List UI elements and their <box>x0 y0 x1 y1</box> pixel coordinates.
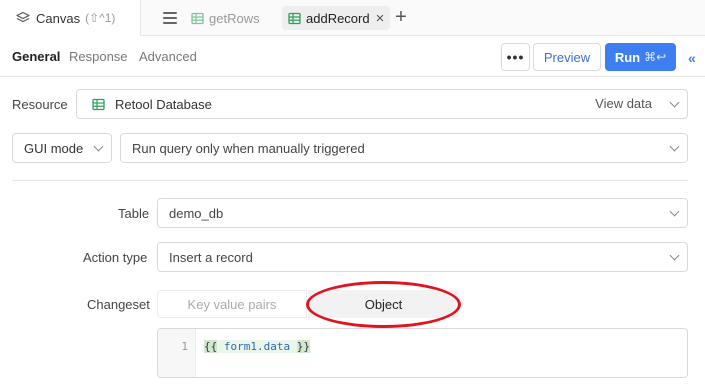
red-annotation-ellipse <box>306 281 461 328</box>
query-editor-toolbar: General Response Advanced ••• Preview Ru… <box>0 37 705 77</box>
canvas-shortcut: (⇧^1) <box>85 11 116 25</box>
canvas-tab[interactable]: Canvas (⇧^1) <box>0 0 141 36</box>
tab-general[interactable]: General <box>12 49 60 64</box>
trigger-select[interactable]: Run query only when manually triggered <box>120 133 688 163</box>
code-expression: form1.data <box>217 340 297 353</box>
tab-addrecord-label: addRecord <box>306 10 370 26</box>
changeset-code-editor[interactable]: 1 {{ form1.data }} <box>157 328 688 378</box>
add-query-icon[interactable]: + <box>393 7 409 27</box>
run-shortcut: ⌘↩ <box>644 50 667 64</box>
trigger-value: Run query only when manually triggered <box>132 140 365 156</box>
run-label: Run <box>614 49 641 65</box>
section-divider <box>12 180 688 181</box>
editor-gutter: 1 <box>158 329 196 377</box>
canvas-label: Canvas <box>36 10 81 26</box>
tab-getrows[interactable]: getRows <box>185 6 266 30</box>
close-icon[interactable]: × <box>376 11 385 26</box>
tab-getrows-label: getRows <box>209 10 260 26</box>
action-type-select[interactable]: Insert a record <box>157 242 688 272</box>
chevron-down-icon <box>669 141 680 152</box>
table-value: demo_db <box>169 205 224 221</box>
resource-value: Retool Database <box>115 96 212 112</box>
chevron-down-icon <box>669 250 680 261</box>
layers-icon <box>16 11 30 23</box>
more-options-button[interactable]: ••• <box>501 43 530 71</box>
code-open-brace: {{ <box>204 340 218 353</box>
table-label: Table <box>118 206 150 221</box>
resource-label: Resource <box>12 97 68 112</box>
query-list-menu-icon[interactable] <box>162 10 178 26</box>
resource-select[interactable]: Retool Database View data <box>76 89 688 119</box>
table-select[interactable]: demo_db <box>157 198 688 228</box>
chevron-down-icon <box>93 141 104 152</box>
run-button[interactable]: Run ⌘↩ <box>605 43 676 71</box>
code-close-brace: }} <box>296 340 310 353</box>
action-type-label: Action type <box>83 250 148 265</box>
table-icon <box>191 12 204 24</box>
mode-value: GUI mode <box>24 140 84 156</box>
chevron-down-icon <box>669 97 680 108</box>
code-line[interactable]: {{ form1.data }} <box>204 340 310 353</box>
changeset-option-key-value[interactable]: Key value pairs <box>157 290 307 318</box>
preview-button[interactable]: Preview <box>533 43 601 71</box>
action-type-value: Insert a record <box>169 249 253 265</box>
tab-addrecord[interactable]: addRecord × <box>282 6 391 30</box>
line-number: 1 <box>181 340 188 353</box>
chevron-down-icon <box>669 206 680 217</box>
query-tab-bar: Canvas (⇧^1) getRows addRecord × + <box>0 0 705 36</box>
view-data-link[interactable]: View data <box>595 96 652 111</box>
table-icon <box>288 12 301 24</box>
tab-response[interactable]: Response <box>69 49 128 64</box>
collapse-panel-icon[interactable]: « <box>688 50 696 66</box>
changeset-label: Changeset <box>87 297 150 312</box>
table-icon <box>92 98 105 110</box>
tab-advanced[interactable]: Advanced <box>139 49 197 64</box>
mode-select[interactable]: GUI mode <box>12 133 112 163</box>
